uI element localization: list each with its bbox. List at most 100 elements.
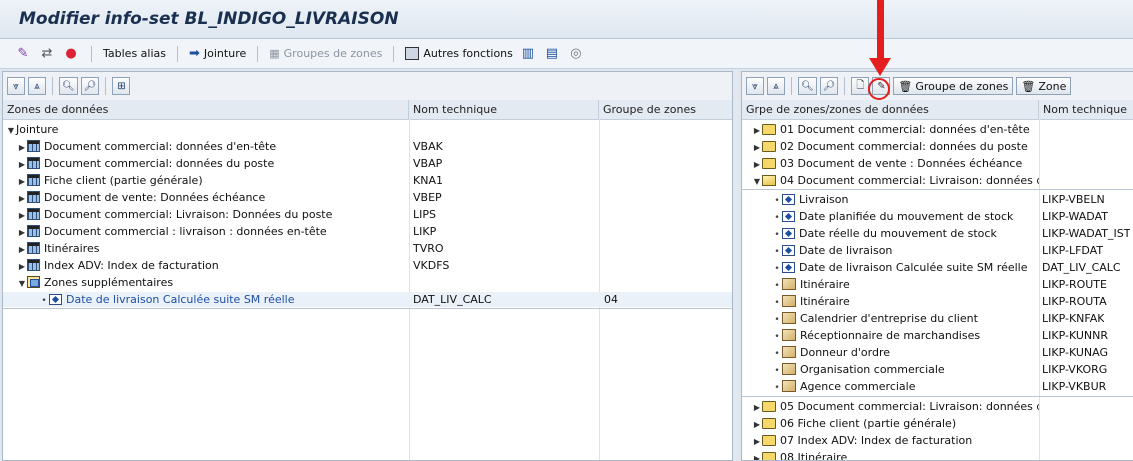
table-node[interactable]: ▶ Fiche client (partie générale) KNA1 [3, 173, 732, 188]
table-icon [27, 208, 40, 220]
table-node[interactable]: ▶ Document de vente: Données échéance VBE… [3, 190, 732, 205]
jointure-button[interactable]: ➡ Jointure [189, 46, 246, 61]
field-row[interactable]: • Date planifiée du mouvement de stock LI… [742, 209, 1133, 224]
collapse-arrow-icon[interactable]: ▼ [17, 276, 27, 290]
field-row[interactable]: • Livraison LIKP-VBELN [742, 192, 1133, 207]
find-next-icon[interactable]: 🔎︎ [819, 77, 839, 95]
field-row[interactable]: • Date réelle du mouvement de stock LIKP-… [742, 226, 1133, 241]
separator [177, 45, 178, 62]
expand-arrow-icon[interactable]: ▶ [752, 434, 762, 448]
create-document-icon[interactable]: 🗋 [851, 77, 870, 95]
expand-arrow-icon[interactable]: ▶ [752, 417, 762, 431]
field-row[interactable]: • Agence commerciale LIKP-VKBUR [742, 379, 1133, 394]
field-row[interactable]: • Donneur d'ordre LIKP-KUNAG [742, 345, 1133, 360]
column-header-nom-technique[interactable]: Nom technique [409, 100, 599, 119]
edit-icon[interactable]: ✎ [14, 45, 32, 63]
expand-all-icon[interactable]: ⩔ [7, 77, 25, 95]
field-row[interactable]: • Itinéraire LIKP-ROUTE [742, 277, 1133, 292]
delete-field-group-button[interactable]: 🗑 Groupe de zones [893, 77, 1014, 95]
display-change-icon[interactable]: ⇄ [38, 45, 56, 63]
hierarchy-icon[interactable]: ⊞ [112, 77, 131, 95]
tables-alias-button[interactable]: Tables alias [103, 47, 166, 60]
field-group-node[interactable]: ▶ 03 Document de vente : Données échéance [742, 156, 1133, 171]
field-group-node[interactable]: ▶ 06 Fiche client (partie générale) [742, 416, 1133, 431]
expand-arrow-icon[interactable]: ▶ [752, 400, 762, 414]
menu-box-icon [405, 47, 420, 60]
column-header-groupes[interactable]: Grpe de zones/zones de données [742, 100, 1039, 119]
expand-arrow-icon[interactable]: ▶ [17, 208, 27, 222]
field-group-node[interactable]: ▶ 05 Document commercial: Livraison: donn… [742, 399, 1133, 414]
find-icon[interactable]: 🔍︎ [798, 77, 817, 95]
field-label: Livraison [799, 193, 849, 206]
annotation-arrow-head [869, 58, 891, 76]
separator [91, 45, 92, 62]
delete-field-button[interactable]: 🗑 Zone [1016, 77, 1072, 95]
table-node[interactable]: ▶ Document commercial: données du poste V… [3, 156, 732, 171]
panel-splitter[interactable] [733, 71, 739, 459]
field-tech-name: LIKP-VKORG [1042, 363, 1108, 376]
expand-all-icon[interactable]: ⩔ [746, 77, 764, 95]
grid-icon: ▦ [269, 47, 280, 60]
extra-field-row[interactable]: • Date de livraison Calculée suite SM rée… [3, 292, 732, 307]
table-node[interactable]: ▶ Itinéraires TVRO [3, 241, 732, 256]
table-node[interactable]: ▶ Document commercial: Livraison: Données… [3, 207, 732, 222]
layout-icon[interactable]: ▥ [519, 45, 537, 63]
field-row[interactable]: • Calendrier d'entreprise du client LIKP-… [742, 311, 1133, 326]
expand-arrow-icon[interactable]: ▶ [752, 451, 762, 460]
collapse-arrow-icon[interactable]: ▼ [6, 123, 16, 137]
autres-fonctions-button[interactable]: Autres fonctions [405, 47, 513, 60]
field-row[interactable]: • Itinéraire LIKP-ROUTA [742, 294, 1133, 309]
groupes-de-zones-button[interactable]: ▦ Groupes de zones [269, 47, 382, 60]
column-header-nom-technique[interactable]: Nom technique [1039, 100, 1133, 119]
field-label: Date de livraison Calculée suite SM réel… [799, 261, 1028, 274]
field-row[interactable]: • Organisation commerciale LIKP-VKORG [742, 362, 1133, 377]
table-node[interactable]: ▶ Document commercial : livraison : donné… [3, 224, 732, 239]
settings-icon[interactable]: ◎ [567, 45, 585, 63]
tree-row-jointure[interactable]: ▼ Jointure [3, 122, 732, 137]
table-node[interactable]: ▶ Index ADV: Index de facturation VKDFS [3, 258, 732, 273]
expand-arrow-icon[interactable]: ▶ [17, 140, 27, 154]
field-group-node[interactable]: ▶ 07 Index ADV: Index de facturation [742, 433, 1133, 448]
collapse-all-icon[interactable]: ⩓ [28, 77, 46, 95]
field-group-node[interactable]: ▶ 02 Document commercial: données du post… [742, 139, 1133, 154]
expand-arrow-icon[interactable]: ▶ [17, 191, 27, 205]
table-node[interactable]: ▶ Document commercial: données d'en-tête … [3, 139, 732, 154]
expand-arrow-icon[interactable]: ▶ [17, 242, 27, 256]
extra-fields-node[interactable]: ▼ Zones supplémentaires [3, 275, 732, 290]
expand-arrow-icon[interactable]: ▶ [17, 225, 27, 239]
expand-arrow-icon[interactable]: ▶ [752, 140, 762, 154]
annotation-highlight-circle [868, 78, 890, 100]
table-icon [27, 242, 40, 254]
field-row[interactable]: • Date de livraison Calculée suite SM rée… [742, 260, 1133, 275]
collapse-arrow-icon[interactable]: ▼ [752, 174, 762, 188]
field-group-node[interactable]: ▶ 08 Itinéraire [742, 450, 1133, 460]
field-group-node[interactable]: ▶ 01 Document commercial: données d'en-tê… [742, 122, 1133, 137]
jointure-label: Jointure [203, 47, 247, 60]
find-icon[interactable]: 🔍︎ [59, 77, 78, 95]
table-icon [27, 140, 40, 152]
find-next-icon[interactable]: 🔎︎ [80, 77, 100, 95]
collapse-all-icon[interactable]: ⩓ [767, 77, 785, 95]
expand-arrow-icon[interactable]: ▶ [752, 123, 762, 137]
column-header-groupe[interactable]: Groupe de zones [599, 100, 732, 119]
separator [791, 77, 792, 95]
structure-field-icon [782, 278, 796, 290]
bullet-icon: • [41, 296, 47, 306]
activate-icon[interactable]: ● [62, 45, 80, 63]
expand-arrow-icon[interactable]: ▶ [752, 157, 762, 171]
field-row[interactable]: • Date de livraison LIKP-LFDAT [742, 243, 1133, 258]
table-tech-name: VBAP [413, 157, 443, 170]
field-group-node-open[interactable]: ▼ 04 Document commercial: Livraison: donn… [742, 173, 1133, 188]
bullet-icon: • [774, 196, 780, 206]
expand-arrow-icon[interactable]: ▶ [17, 157, 27, 171]
field-label: Agence commerciale [800, 380, 916, 393]
structure-field-icon [782, 363, 796, 375]
expand-arrow-icon[interactable]: ▶ [17, 174, 27, 188]
field-row[interactable]: • Réceptionnaire de marchandises LIKP-KUN… [742, 328, 1133, 343]
list-icon[interactable]: ▤ [543, 45, 561, 63]
column-header-zones[interactable]: Zones de données [3, 100, 409, 119]
group-label: 06 Fiche client (partie générale) [780, 417, 957, 430]
expand-arrow-icon[interactable]: ▶ [17, 259, 27, 273]
field-icon [782, 245, 795, 256]
table-label: Document de vente: Données échéance [44, 191, 266, 204]
